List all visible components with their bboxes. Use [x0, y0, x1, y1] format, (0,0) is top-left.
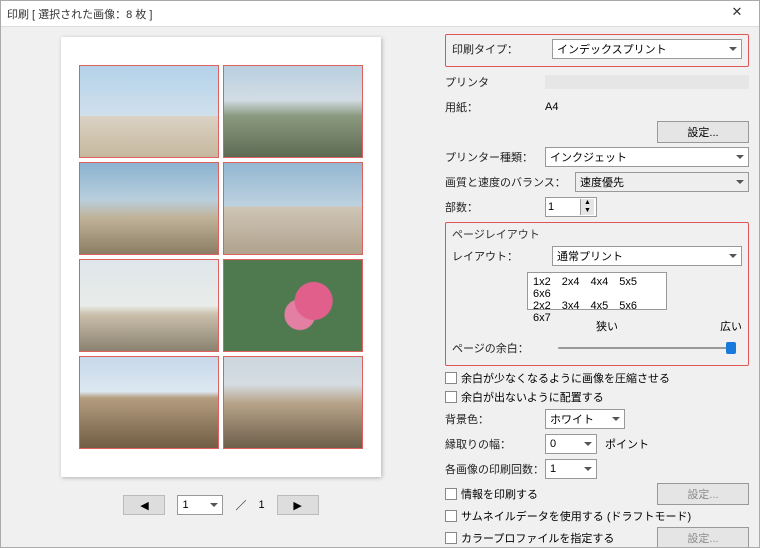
border-width-select[interactable]: 0: [545, 434, 597, 454]
margin-min-label: 狭い: [596, 318, 618, 334]
printer-label: プリンタ: [445, 74, 545, 90]
close-icon[interactable]: ✕: [721, 4, 753, 24]
thumb-1: [79, 65, 219, 158]
print-dialog: 印刷 [ 選択された画像：8 枚 ] ✕ ◀ 1 ／: [0, 0, 760, 548]
thumb-8: [223, 356, 363, 449]
border-unit: ポイント: [605, 436, 649, 452]
printer-kind-select[interactable]: インクジェット: [545, 147, 749, 167]
page-number-select[interactable]: 1: [177, 495, 223, 515]
bgcolor-label: 背景色：: [445, 411, 545, 427]
page-layout-title: ページレイアウト: [452, 226, 742, 242]
pager: ◀ 1 ／ 1 ▶: [123, 495, 318, 515]
chk-thumbnail-label: サムネイルデータを使用する (ドラフトモード): [461, 508, 691, 524]
triangle-right-icon: ▶: [293, 499, 301, 512]
thumb-5: [79, 259, 219, 352]
bgcolor-select[interactable]: ホワイト: [545, 409, 625, 429]
thumb-2: [223, 65, 363, 158]
chk-info-label: 情報を印刷する: [461, 486, 538, 502]
copies-spinner[interactable]: ▲▼: [545, 197, 597, 217]
layout-select[interactable]: 通常プリント: [552, 246, 742, 266]
quality-label: 画質と速度のバランス：: [445, 174, 575, 190]
printer-value: [545, 75, 749, 89]
spin-down-icon[interactable]: ▼: [580, 207, 594, 215]
page-sep: ／: [235, 497, 246, 513]
chk-info[interactable]: [445, 488, 457, 500]
layout-label: レイアウト：: [452, 248, 552, 264]
profile-settings-button[interactable]: 設定...: [657, 527, 749, 547]
spin-up-icon[interactable]: ▲: [580, 199, 594, 207]
slider-thumb[interactable]: [726, 342, 736, 354]
preview-page: [61, 37, 381, 477]
quality-select[interactable]: 速度優先: [575, 172, 749, 192]
copies-input[interactable]: [546, 201, 580, 213]
border-label: 縁取りの幅：: [445, 436, 545, 452]
thumb-4: [223, 162, 363, 255]
settings-button[interactable]: 設定...: [657, 121, 749, 143]
copies-label: 部数：: [445, 199, 545, 215]
window-title: 印刷 [ 選択された画像：8 枚 ]: [7, 6, 721, 22]
paper-value: A4: [545, 101, 558, 113]
thumb-3: [79, 162, 219, 255]
prev-page-button[interactable]: ◀: [123, 495, 165, 515]
preview-pane: ◀ 1 ／ 1 ▶: [1, 27, 441, 547]
settings-pane: 印刷タイプ： インデックスプリント プリンタ 用紙： A4 設定... プリンタ…: [441, 27, 759, 547]
chk-compress[interactable]: [445, 372, 457, 384]
printer-kind-label: プリンター種類：: [445, 149, 545, 165]
preview-grid: [79, 65, 363, 449]
chk-no-margin[interactable]: [445, 391, 457, 403]
chk-colorprofile[interactable]: [445, 532, 457, 544]
grid-options-line1: 1x2 2x4 4x4 5x5 6x6: [533, 276, 661, 300]
chk-no-margin-label: 余白が出ないように配置する: [461, 389, 604, 405]
margin-label: ページの余白：: [452, 340, 552, 356]
margin-max-label: 広い: [720, 318, 742, 334]
grid-options-list[interactable]: 1x2 2x4 4x4 5x5 6x6 2x2 3x4 4x5 5x6 6x7: [527, 272, 667, 310]
paper-label: 用紙：: [445, 99, 545, 115]
margin-slider[interactable]: [558, 347, 736, 349]
triangle-left-icon: ◀: [140, 499, 148, 512]
chk-compress-label: 余白が少なくなるように画像を圧縮させる: [461, 370, 670, 386]
per-image-label: 各画像の印刷回数：: [445, 461, 545, 477]
page-current: 1: [182, 499, 188, 511]
info-settings-button[interactable]: 設定...: [657, 483, 749, 505]
titlebar: 印刷 [ 選択された画像：8 枚 ] ✕: [1, 1, 759, 27]
chk-colorprofile-label: カラープロファイルを指定する: [461, 530, 614, 546]
print-type-group: 印刷タイプ： インデックスプリント: [445, 34, 749, 67]
next-page-button[interactable]: ▶: [277, 495, 319, 515]
print-type-select[interactable]: インデックスプリント: [552, 39, 742, 59]
thumb-7: [79, 356, 219, 449]
chk-thumbnail[interactable]: [445, 510, 457, 522]
thumb-6: [223, 259, 363, 352]
page-layout-group: ページレイアウト レイアウト： 通常プリント 1x2 2x4 4x4 5x5 6…: [445, 222, 749, 366]
print-type-label: 印刷タイプ：: [452, 41, 552, 57]
per-image-select[interactable]: 1: [545, 459, 597, 479]
page-total: 1: [258, 499, 264, 511]
content: ◀ 1 ／ 1 ▶ 印刷タイプ： インデックスプリント プリンタ 用紙： A4: [1, 27, 759, 547]
